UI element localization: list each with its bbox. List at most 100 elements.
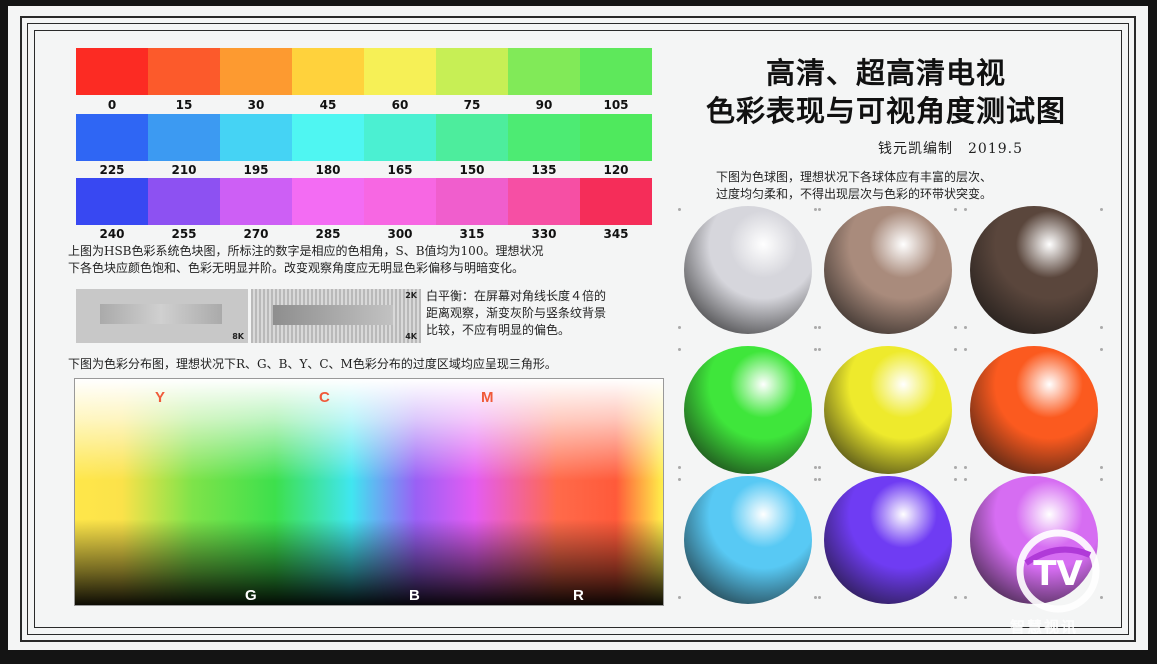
color-sphere [684, 346, 812, 474]
registration-dot [964, 478, 967, 481]
dist-note: 下图为色彩分布图，理想状况下R、G、B、Y、C、M色彩分布的过度区域均应呈现三角… [68, 357, 557, 371]
hue-swatch [76, 178, 148, 225]
registration-dot [814, 348, 817, 351]
registration-dot [678, 348, 681, 351]
registration-dot [818, 596, 821, 599]
registration-dot [814, 596, 817, 599]
hue-swatch [148, 178, 220, 225]
hue-swatch [364, 178, 436, 225]
gray-ramp [273, 305, 393, 325]
label-2k: 2K [405, 291, 417, 300]
color-sphere [684, 206, 812, 334]
page-title: 高清、超高清电视 色彩表现与可视角度测试图 [676, 54, 1096, 130]
hue-angle-label: 210 [171, 163, 197, 177]
hue-angle-label: 105 [603, 98, 629, 112]
hue-swatch [220, 114, 292, 161]
hue-angle-label: 240 [99, 227, 125, 241]
color-sphere [970, 206, 1098, 334]
hue-angle-label: 345 [603, 227, 629, 241]
hue-swatch [436, 114, 508, 161]
hue-angle-label: 330 [531, 227, 557, 241]
hsb-note-line-1: 上图为HSB色彩系统色块图，所标注的数字是相应的色相角，S、B值均为100。理想… [68, 244, 544, 258]
hue-angle-label: 180 [315, 163, 341, 177]
hue-swatch [292, 178, 364, 225]
hue-swatch [508, 114, 580, 161]
stripe-box-2k-4k: 2K 4K [251, 289, 421, 343]
hue-angle-label: 30 [247, 98, 265, 112]
dist-label-r: R [573, 587, 584, 604]
registration-dot [964, 208, 967, 211]
author-date: 钱元凯编制 2019.5 [878, 141, 1023, 157]
color-sphere [824, 476, 952, 604]
registration-dot [1100, 348, 1103, 351]
registration-dot [678, 326, 681, 329]
hue-angle-label: 75 [463, 98, 481, 112]
hue-angle-label: 120 [603, 163, 629, 177]
registration-dot [1100, 466, 1103, 469]
hue-swatch [508, 178, 580, 225]
sphere-note-line-1: 下图为色球图，理想状况下各球体应有丰富的层次、 [716, 170, 993, 184]
hue-swatch [580, 114, 652, 161]
registration-dot [954, 478, 957, 481]
registration-dot [818, 348, 821, 351]
hue-swatch [76, 114, 148, 161]
sphere-note-line-2: 过度均匀柔和，不得出现层次与色彩的环带状突变。 [716, 187, 993, 201]
hue-swatch [220, 178, 292, 225]
registration-dot [678, 478, 681, 481]
gray-ramp [100, 304, 222, 324]
registration-dot [964, 596, 967, 599]
hue-swatch [580, 48, 652, 95]
hue-swatch [436, 178, 508, 225]
wb-note-line-1: 白平衡：在屏幕对角线长度４倍的 [426, 289, 607, 303]
registration-dot [678, 208, 681, 211]
logo-caption: 智慧视讯 [1010, 618, 1079, 636]
dist-label-c: C [319, 389, 330, 406]
registration-dot [954, 596, 957, 599]
hue-angle-label: 315 [459, 227, 485, 241]
hue-angle-label: 270 [243, 227, 269, 241]
wb-note-line-2: 距离观察，渐变灰阶与竖条纹背景 [426, 306, 607, 320]
registration-dot [678, 596, 681, 599]
color-sphere [824, 346, 952, 474]
logo-text: TV [1033, 554, 1083, 594]
gray-ramp-box-8k: 8K [76, 289, 248, 343]
hue-angle-label: 285 [315, 227, 341, 241]
hue-row-1 [76, 48, 652, 95]
hue-swatch [292, 114, 364, 161]
hue-row-3 [76, 178, 652, 225]
hue-angle-label: 195 [243, 163, 269, 177]
hue-row-2 [76, 114, 652, 161]
hue-labels-1: 0 15 30 45 60 75 90 105 [76, 98, 652, 112]
hue-swatch [580, 178, 652, 225]
registration-dot [964, 466, 967, 469]
registration-dot [1100, 478, 1103, 481]
dist-label-y: Y [155, 389, 166, 406]
registration-dot [818, 466, 821, 469]
title-line-2: 色彩表现与可视角度测试图 [705, 94, 1066, 128]
registration-dot [814, 466, 817, 469]
color-sphere [824, 206, 952, 334]
wb-note-line-3: 比较，不应有明显的偏色。 [426, 323, 571, 337]
hsb-note-line-2: 下各色块应颜色饱和、色彩无明显并阶。改变观察角度应无明显色彩偏移与明暗变化。 [68, 261, 525, 275]
title-line-1: 高清、超高清电视 [765, 56, 1006, 90]
hue-swatch [436, 48, 508, 95]
registration-dot [814, 208, 817, 211]
hue-angle-label: 90 [535, 98, 553, 112]
hue-angle-label: 45 [319, 98, 337, 112]
registration-dot [1100, 208, 1103, 211]
registration-dot [954, 466, 957, 469]
hue-labels-3: 240 255 270 285 300 315 330 345 [76, 227, 652, 241]
registration-dot [964, 326, 967, 329]
registration-dot [954, 348, 957, 351]
registration-dot [818, 208, 821, 211]
registration-dot [814, 478, 817, 481]
registration-dot [818, 326, 821, 329]
hue-swatch [148, 114, 220, 161]
hue-swatch [76, 48, 148, 95]
dist-label-m: M [481, 389, 494, 406]
hue-swatch [220, 48, 292, 95]
hue-labels-2: 225 210 195 180 165 150 135 120 [76, 163, 652, 177]
registration-dot [818, 478, 821, 481]
tv-screen: 0 15 30 45 60 75 90 105 225 210 195 180 165 150 135 12… [8, 6, 1148, 650]
hue-swatch [508, 48, 580, 95]
